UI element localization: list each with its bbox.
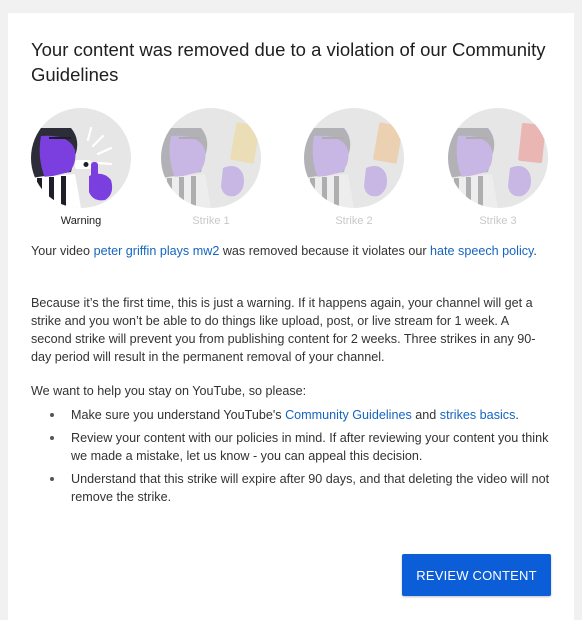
referee-yellow-card-illustration [161,108,261,208]
list-item: Make sure you understand YouTube's Commu… [31,406,553,424]
list-item: Understand that this strike will expire … [31,470,553,506]
strike-notice-card: Your content was removed due to a violat… [8,13,574,620]
strike-step-warning: Warning [31,108,131,228]
strikes-basics-link[interactable]: strikes basics [440,408,516,422]
strike-step-2: Strike 2 [304,108,404,228]
strike-step-1: Strike 1 [161,108,261,228]
community-guidelines-link[interactable]: Community Guidelines [285,408,412,422]
strike-label: Strike 1 [192,215,230,227]
bullet-text: and [411,408,440,422]
removal-intro-text: Your video peter griffin plays mw2 was r… [31,242,551,260]
help-bullet-list: Make sure you understand YouTube's Commu… [31,406,553,511]
page-title: Your content was removed due to a violat… [31,39,546,85]
strike-step-3: Strike 3 [448,108,548,228]
strike-label: Warning [60,215,102,227]
intro-suffix: . [533,244,537,258]
intro-prefix: Your video [31,244,94,258]
hate-speech-policy-link[interactable]: hate speech policy [430,244,533,258]
bullet-text: Understand that this strike will expire … [71,472,550,504]
bullet-text: Make sure you understand YouTube's [71,408,286,422]
bullet-dot [50,477,54,481]
warning-explanation-text: Because it’s the first time, this is jus… [31,296,536,364]
bullet-dot [50,413,54,417]
review-content-button[interactable]: REVIEW CONTENT [402,554,551,596]
help-heading: We want to help you stay on YouTube, so … [31,384,307,398]
referee-warning-illustration [31,108,131,208]
bullet-dot [50,436,54,440]
referee-red-card-illustration [448,108,548,208]
strike-label: Strike 3 [479,215,517,227]
referee-orange-card-illustration [304,108,404,208]
intro-middle: was removed because it violates our [219,244,431,258]
bullet-text: Review your content with our policies in… [71,431,549,463]
video-title-link[interactable]: peter griffin plays mw2 [94,244,220,258]
strike-progress: Warning Strike 1 Strike 2 Strike 3 [8,108,574,228]
bullet-text: . [515,408,519,422]
list-item: Review your content with our policies in… [31,429,553,465]
strike-label: Strike 2 [335,215,373,227]
